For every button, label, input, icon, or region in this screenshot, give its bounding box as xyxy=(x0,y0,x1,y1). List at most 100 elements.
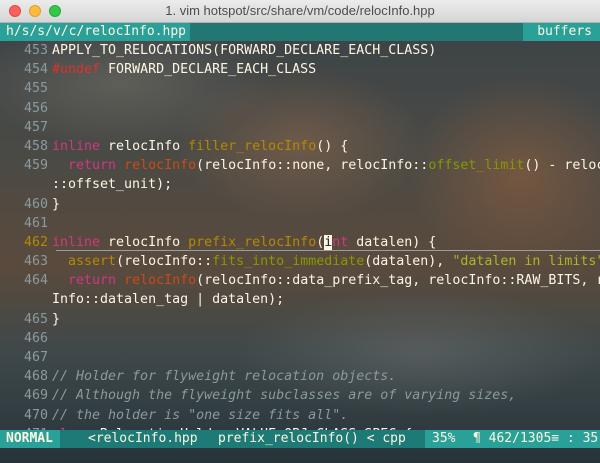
line-code: // the holder is "one size fits all". xyxy=(52,408,348,423)
code-line[interactable]: 470 // the holder is "one size fits all". xyxy=(0,406,600,425)
code-line[interactable]: 466 xyxy=(0,329,600,348)
code-line[interactable]: 457 xyxy=(0,118,600,137)
code-token: // Although the flyweight subclasses are… xyxy=(52,388,517,404)
code-token: relocInfo xyxy=(100,138,189,154)
code-line[interactable]: 456 xyxy=(0,99,600,118)
code-token: nt xyxy=(332,234,349,250)
code-token: () - relocInfo xyxy=(524,158,600,174)
line-number: 464 xyxy=(23,273,48,289)
code-line-current[interactable]: 462 inline relocInfo prefix_relocInfo(int… xyxy=(0,233,600,252)
code-token: (relocInfo::none, relocInfo:: xyxy=(196,158,429,174)
line-code: return relocInfo(relocInfo::data_prefix_… xyxy=(52,273,600,288)
code-line[interactable]: 469 // Although the flyweight subclasses … xyxy=(0,386,600,405)
line-number: 463 xyxy=(23,254,48,270)
line-number: 462 xyxy=(23,234,48,250)
code-token: fits_into_immediate xyxy=(212,254,365,270)
line-code: // Although the flyweight subclasses are… xyxy=(52,388,516,403)
code-line[interactable]: 454 #undef FORWARD_DECLARE_EACH_CLASS xyxy=(0,60,600,79)
line-code: } xyxy=(52,197,60,212)
code-token: () { xyxy=(316,138,349,154)
line-number: 457 xyxy=(23,119,48,135)
code-token: filler_relocInfo xyxy=(188,138,317,154)
line-number: 470 xyxy=(23,407,48,423)
line-number: 467 xyxy=(23,350,48,365)
line-number: 466 xyxy=(23,330,48,346)
tabline-fill xyxy=(190,23,529,41)
code-token: } xyxy=(52,196,61,212)
line-number: 459 xyxy=(23,158,48,174)
code-token: // Holder for flyweight relocation objec… xyxy=(52,369,397,385)
code-line[interactable]: 468 // Holder for flyweight relocation ob… xyxy=(0,367,600,386)
code-token: "datalen in limits" xyxy=(452,254,600,270)
line-number: 468 xyxy=(23,369,48,385)
status-position: ¶ 462/1305≡ : 35 xyxy=(473,431,599,446)
line-code: inline relocInfo prefix_relocInfo(int da… xyxy=(52,234,437,250)
code-token: prefix_relocInfo xyxy=(188,234,317,250)
code-line[interactable]: 461 xyxy=(0,214,600,233)
title-bar: 1. vim hotspot/src/share/vm/code/relocIn… xyxy=(0,0,600,23)
status-function: prefix_relocInfo() < cpp xyxy=(218,431,406,446)
tab-current-file[interactable]: h/s/s/v/c/relocInfo.hpp xyxy=(6,23,186,41)
code-line[interactable]: ::offset_unit); xyxy=(0,175,600,194)
code-line[interactable]: 455 xyxy=(0,79,600,98)
line-code: inline relocInfo filler_relocInfo() { xyxy=(52,139,348,154)
code-line[interactable]: 459 return relocInfo(relocInfo::none, re… xyxy=(0,156,600,175)
code-token: offset_limit xyxy=(428,158,525,174)
line-number: 460 xyxy=(23,196,48,212)
code-token: datalen) { xyxy=(348,234,437,250)
code-token: relocInfo xyxy=(100,234,189,250)
line-code: APPLY_TO_RELOCATIONS(FORWARD_DECLARE_EAC… xyxy=(52,43,436,58)
line-code: #undef FORWARD_DECLARE_EACH_CLASS xyxy=(52,62,316,77)
code-token: relocInfo xyxy=(124,273,197,289)
code-token: } xyxy=(52,311,61,327)
vim-editor[interactable]: h/s/s/v/c/relocInfo.hpp buffers 453 APPLY… xyxy=(0,23,600,463)
terminal-window: 1. vim hotspot/src/share/vm/code/relocIn… xyxy=(0,0,600,463)
code-token: (relocInfo:: xyxy=(116,254,213,270)
code-line[interactable]: 464 return relocInfo(relocInfo::data_pre… xyxy=(0,271,600,290)
cursorline-underline xyxy=(56,250,600,252)
code-line[interactable]: 467 xyxy=(0,348,600,367)
code-line[interactable]: 465} xyxy=(0,310,600,329)
tabline: h/s/s/v/c/relocInfo.hpp buffers xyxy=(0,23,600,41)
code-line[interactable]: 460} xyxy=(0,195,600,214)
code-line[interactable]: 458 inline relocInfo filler_relocInfo() { xyxy=(0,137,600,156)
buffers-label[interactable]: buffers xyxy=(523,23,600,41)
line-number: 455 xyxy=(23,81,48,97)
line-number: 453 xyxy=(23,43,48,58)
code-token: // the holder is "one size fits all". xyxy=(52,407,349,423)
code-buffer[interactable]: 453 APPLY_TO_RELOCATIONS(FORWARD_DECLARE_… xyxy=(0,41,600,444)
code-token: ::offset_unit); xyxy=(52,177,173,193)
mode-indicator: NORMAL xyxy=(0,430,59,448)
line-number: 458 xyxy=(23,138,48,154)
line-code: assert(relocInfo::fits_into_immediate(da… xyxy=(52,254,600,269)
code-token: Info::datalen_tag | datalen); xyxy=(52,292,285,308)
line-number: 461 xyxy=(23,215,48,231)
code-token: return xyxy=(68,273,117,289)
code-token: #undef xyxy=(52,62,101,78)
code-token: relocInfo xyxy=(124,158,197,174)
line-number: 469 xyxy=(23,388,48,404)
line-code: // Holder for flyweight relocation objec… xyxy=(52,369,396,384)
line-number: 454 xyxy=(23,62,48,78)
window-title: 1. vim hotspot/src/share/vm/code/relocIn… xyxy=(165,3,435,18)
line-number: 456 xyxy=(23,100,48,116)
line-code: } xyxy=(52,312,60,327)
code-line[interactable]: Info::datalen_tag | datalen); xyxy=(0,290,600,309)
code-token: inline xyxy=(52,138,101,154)
code-token: (relocInfo::data_prefix_tag, relocInfo::… xyxy=(196,273,600,289)
code-line[interactable]: 453 APPLY_TO_RELOCATIONS(FORWARD_DECLARE_… xyxy=(0,41,600,60)
status-percent: 35% xyxy=(432,431,456,446)
line-code: Info::datalen_tag | datalen); xyxy=(52,292,284,307)
line-number: 465 xyxy=(23,311,48,327)
command-line[interactable] xyxy=(0,448,600,463)
code-token: FORWARD_DECLARE_EACH_CLASS xyxy=(100,62,317,78)
statusline: NORMAL <relocInfo.hpp prefix_relocInfo()… xyxy=(0,430,600,448)
code-token: assert xyxy=(68,254,117,270)
code-line[interactable]: 463 assert(relocInfo::fits_into_immediat… xyxy=(0,252,600,271)
status-filename: <relocInfo.hpp xyxy=(88,431,198,446)
